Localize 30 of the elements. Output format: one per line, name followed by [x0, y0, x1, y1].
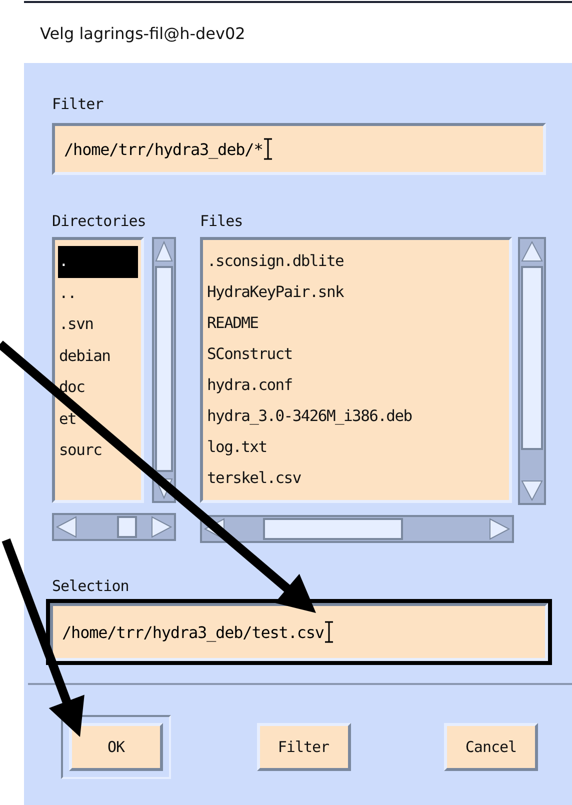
list-item[interactable]: terskel.csv — [206, 463, 506, 494]
list-item[interactable]: log.txt — [206, 432, 506, 463]
list-item[interactable]: README — [206, 308, 506, 339]
list-item[interactable]: HydraKeyPair.snk — [206, 277, 506, 308]
field-label: Selection — [52, 577, 130, 595]
list-item[interactable]: SConstruct — [206, 339, 506, 370]
list-item[interactable]: hydra.conf — [206, 370, 506, 401]
field-label: Filter — [52, 95, 104, 113]
list-item[interactable]: debian — [58, 340, 138, 372]
list-item[interactable]: .svn — [58, 309, 138, 340]
scrollbar[interactable] — [518, 237, 546, 505]
text-cursor-icon — [264, 138, 272, 160]
list-label: Files — [200, 212, 243, 230]
list-item[interactable]: doc — [58, 372, 138, 404]
list-item[interactable]: .. — [58, 278, 138, 309]
list-item[interactable]: .sconsign.dblite — [206, 246, 506, 277]
list-item[interactable]: et — [58, 404, 138, 435]
scrollbar[interactable] — [200, 515, 514, 543]
window-title: Velg lagrings-fil@h-dev02 — [40, 24, 246, 42]
list-label: Directories — [52, 212, 146, 230]
scrollbar[interactable] — [52, 513, 176, 541]
text-cursor-icon — [324, 621, 333, 643]
scrollbar[interactable] — [152, 237, 176, 503]
dialog-button[interactable]: Filter — [256, 723, 350, 771]
list-item[interactable]: sourc — [58, 435, 138, 466]
dialog-button[interactable]: OK — [69, 723, 163, 771]
filter-field[interactable]: /home/trr/hydra3_deb/* — [52, 123, 546, 175]
list-item[interactable]: hydra_3.0-3426M_i386.deb — [206, 401, 506, 432]
dialog-button[interactable]: Cancel — [444, 723, 538, 771]
list-item[interactable]: . — [58, 246, 138, 278]
